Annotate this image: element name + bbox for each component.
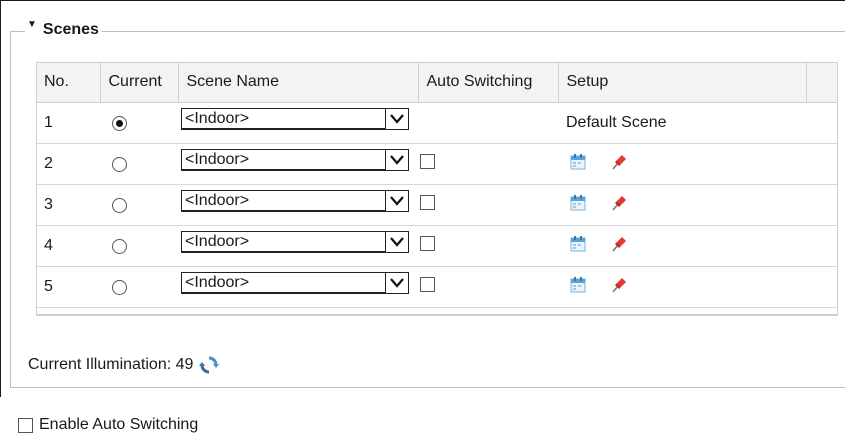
table-row: 2 <Indoor> bbox=[36, 143, 838, 185]
row-number: 4 bbox=[36, 225, 100, 267]
enable-auto-switching-checkbox[interactable] bbox=[18, 417, 33, 433]
auto-switching-checkbox[interactable] bbox=[420, 277, 435, 293]
scene-select-cell: <Indoor> bbox=[178, 143, 418, 185]
current-radio-cell bbox=[100, 225, 178, 267]
current-radio-cell bbox=[100, 102, 178, 144]
section-title: Scenes bbox=[42, 21, 99, 38]
col-header-no: No. bbox=[36, 62, 101, 103]
enable-auto-switching-label: Enable Auto Switching bbox=[39, 416, 199, 433]
col-header-empty bbox=[806, 62, 838, 103]
scene-select-cell: <Indoor> bbox=[178, 184, 418, 226]
auto-switching-checkbox[interactable] bbox=[420, 154, 435, 170]
current-radio[interactable] bbox=[112, 116, 127, 131]
current-radio[interactable] bbox=[112, 157, 127, 172]
scenes-table: No. Current Scene Name Auto Switching Se… bbox=[36, 62, 838, 308]
calendar-icon[interactable] bbox=[570, 235, 586, 252]
col-header-scene-name: Scene Name bbox=[178, 62, 419, 103]
current-radio-cell bbox=[100, 143, 178, 185]
auto-switching-cell bbox=[418, 102, 558, 144]
illumination-label: Current Illumination: 49 bbox=[28, 356, 194, 373]
current-radio-cell bbox=[100, 184, 178, 226]
window-border-left bbox=[0, 0, 1, 397]
col-header-current: Current bbox=[100, 62, 179, 103]
current-radio[interactable] bbox=[112, 239, 127, 254]
chevron-down-icon[interactable] bbox=[385, 191, 408, 211]
empty-cell bbox=[806, 102, 838, 144]
setup-cell bbox=[558, 266, 806, 308]
empty-cell bbox=[806, 266, 838, 308]
current-illumination: Current Illumination: 49 bbox=[28, 355, 220, 375]
scene-select[interactable]: <Indoor> bbox=[181, 190, 409, 212]
calendar-icon[interactable] bbox=[570, 194, 586, 211]
setup-cell bbox=[558, 184, 806, 226]
scene-select[interactable]: <Indoor> bbox=[181, 272, 409, 294]
chevron-down-icon[interactable] bbox=[385, 150, 408, 170]
col-header-setup: Setup bbox=[558, 62, 807, 103]
pin-icon[interactable] bbox=[610, 194, 628, 212]
scene-select-cell: <Indoor> bbox=[178, 225, 418, 267]
pin-icon[interactable] bbox=[610, 235, 628, 253]
chevron-down-icon[interactable] bbox=[385, 273, 408, 293]
empty-cell bbox=[806, 184, 838, 226]
window-border-top bbox=[0, 0, 845, 1]
scene-select-cell: <Indoor> bbox=[178, 266, 418, 308]
auto-switching-cell bbox=[418, 225, 558, 267]
calendar-icon[interactable] bbox=[570, 153, 586, 170]
row-number: 5 bbox=[36, 266, 100, 308]
scenes-legend[interactable]: ▼ Scenes bbox=[25, 19, 101, 39]
row-number: 2 bbox=[36, 143, 100, 185]
col-header-auto-switching: Auto Switching bbox=[418, 62, 559, 103]
empty-cell bbox=[806, 143, 838, 185]
calendar-icon[interactable] bbox=[570, 276, 586, 293]
refresh-icon[interactable] bbox=[199, 355, 220, 375]
row-number: 1 bbox=[36, 102, 100, 144]
current-radio-cell bbox=[100, 266, 178, 308]
setup-cell bbox=[558, 143, 806, 185]
scene-select-value: <Indoor> bbox=[182, 191, 385, 212]
table-row: 3 <Indoor> bbox=[36, 184, 838, 226]
scene-select[interactable]: <Indoor> bbox=[181, 231, 409, 253]
scene-select[interactable]: <Indoor> bbox=[181, 149, 409, 171]
scene-select[interactable]: <Indoor> bbox=[181, 108, 409, 130]
scene-select-value: <Indoor> bbox=[182, 232, 385, 253]
chevron-down-icon[interactable] bbox=[385, 109, 408, 129]
auto-switching-cell bbox=[418, 266, 558, 308]
current-radio[interactable] bbox=[112, 198, 127, 213]
enable-auto-switching[interactable]: Enable Auto Switching bbox=[18, 416, 198, 434]
scene-select-value: <Indoor> bbox=[182, 109, 385, 130]
row-number: 3 bbox=[36, 184, 100, 226]
auto-switching-cell bbox=[418, 143, 558, 185]
pin-icon[interactable] bbox=[610, 153, 628, 171]
scene-select-value: <Indoor> bbox=[182, 273, 385, 294]
current-radio[interactable] bbox=[112, 280, 127, 295]
empty-cell bbox=[806, 225, 838, 267]
table-row: 1 <Indoor> Default Scene bbox=[36, 102, 838, 144]
scene-select-cell: <Indoor> bbox=[178, 102, 418, 144]
setup-cell: Default Scene bbox=[558, 102, 806, 144]
auto-switching-checkbox[interactable] bbox=[420, 236, 435, 252]
auto-switching-cell bbox=[418, 184, 558, 226]
table-header-row: No. Current Scene Name Auto Switching Se… bbox=[36, 62, 838, 103]
setup-text: Default Scene bbox=[566, 114, 667, 131]
pin-icon[interactable] bbox=[610, 276, 628, 294]
chevron-down-icon[interactable] bbox=[385, 232, 408, 252]
setup-cell bbox=[558, 225, 806, 267]
auto-switching-checkbox[interactable] bbox=[420, 195, 435, 211]
table-row: 4 <Indoor> bbox=[36, 225, 838, 267]
scene-select-value: <Indoor> bbox=[182, 150, 385, 171]
table-row: 5 <Indoor> bbox=[36, 266, 838, 308]
collapse-triangle-icon[interactable]: ▼ bbox=[27, 19, 37, 30]
